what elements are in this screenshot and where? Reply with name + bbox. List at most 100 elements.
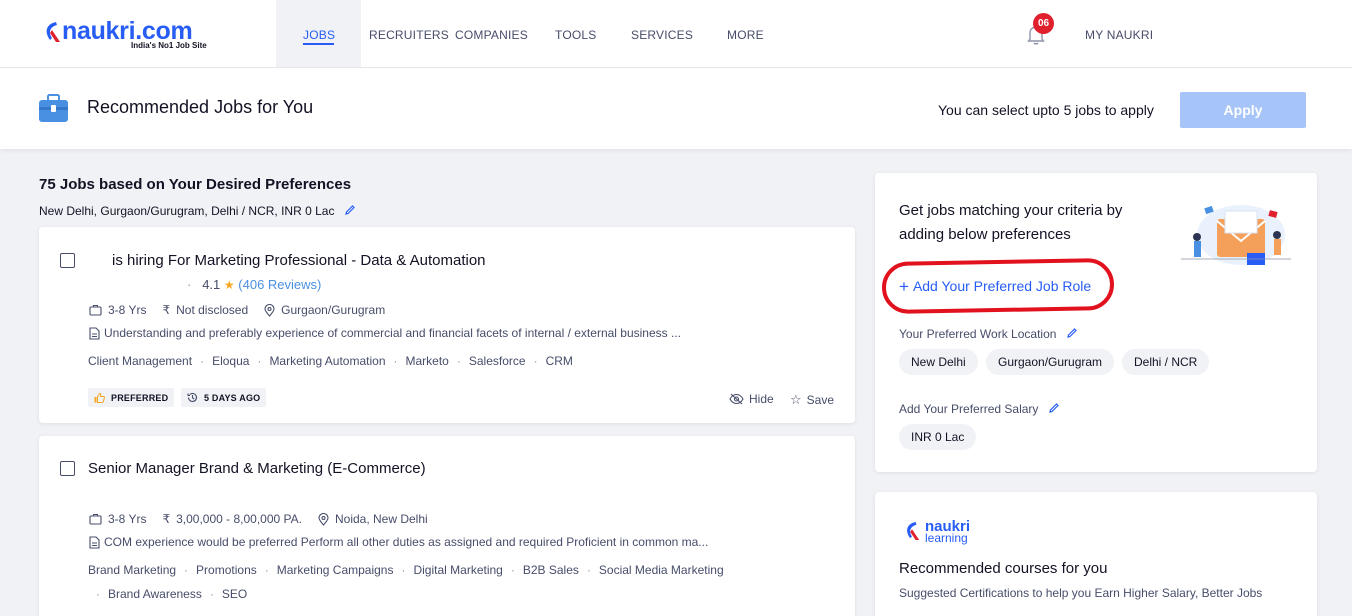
posted-label: 5 DAYS AGO — [204, 392, 261, 403]
nav-services[interactable]: SERVICES — [631, 28, 693, 42]
job-meta: 3-8 Yrs ₹ 3,00,000 - 8,00,000 PA. Noida,… — [89, 512, 444, 526]
job-card[interactable]: Senior Manager Brand & Marketing (E-Comm… — [39, 436, 855, 616]
skill-tag: Brand Marketing — [88, 563, 177, 577]
rating-value: 4.1 — [202, 277, 221, 292]
learning-logo-mark-icon — [907, 522, 920, 540]
experience-briefcase-icon — [89, 513, 102, 525]
salary-label-text: Add Your Preferred Salary — [899, 402, 1039, 416]
top-navbar: naukri.com India's No1 Job Site JOBS REC… — [0, 0, 1352, 68]
learning-logo-word2: learning — [925, 531, 968, 545]
thumbs-up-icon — [94, 392, 105, 403]
document-icon — [89, 535, 100, 549]
nav-companies[interactable]: COMPANIES — [455, 28, 528, 42]
courses-subtitle: Suggested Certifications to help you Ear… — [899, 586, 1263, 600]
skill-tag: SEO — [221, 587, 248, 601]
nav-tools[interactable]: TOOLS — [555, 28, 596, 42]
nav-jobs[interactable]: JOBS — [303, 28, 335, 42]
skill-tag: Digital Marketing — [413, 563, 503, 577]
envelope-illustration-icon — [1181, 205, 1291, 265]
naukri-logo[interactable]: naukri.com India's No1 Job Site — [42, 17, 232, 53]
results-count-title: 75 Jobs based on Your Desired Preference… — [39, 176, 352, 193]
posted-date-badge: 5 DAYS AGO — [181, 388, 267, 407]
job-title[interactable]: Senior Manager Brand & Marketing (E-Comm… — [88, 460, 426, 477]
apply-limit-note: You can select upto 5 jobs to apply — [938, 102, 1154, 118]
job-card[interactable]: is hiring For Marketing Professional - D… — [39, 227, 855, 423]
preferences-card: Get jobs matching your criteria by addin… — [875, 173, 1317, 472]
notification-count-badge[interactable]: 06 — [1033, 13, 1054, 34]
job-description: COM experience would be preferred Perfor… — [89, 535, 708, 549]
salary-text: Not disclosed — [176, 303, 249, 317]
location-text: Gurgaon/Gurugram — [281, 303, 386, 317]
work-location-text: Your Preferred Work Location — [899, 327, 1057, 341]
courses-title: Recommended courses for you — [899, 560, 1108, 577]
location-text: Noida, New Delhi — [334, 512, 428, 526]
briefcase-icon — [39, 94, 68, 122]
skill-tag: Client Management — [88, 354, 193, 368]
edit-pencil-icon[interactable] — [344, 204, 356, 216]
job-meta: 3-8 Yrs ₹ Not disclosed Gurgaon/Gurugram — [89, 303, 401, 317]
rupee-icon: ₹ — [162, 303, 171, 317]
skill-tags: Brand Marketing · Promotions · Marketing Cam… — [88, 563, 724, 577]
skill-tag: Marketo — [405, 354, 449, 368]
hide-job-button[interactable]: Hide — [729, 392, 774, 406]
logo-mark-icon — [46, 22, 60, 42]
skill-tag: Promotions — [196, 563, 257, 577]
page-title: Recommended Jobs for You — [87, 97, 314, 117]
salary-chip[interactable]: INR 0 Lac — [899, 424, 977, 450]
nav-recruiters[interactable]: RECRUITERS — [369, 28, 449, 42]
location-pin-icon — [264, 303, 275, 317]
naukri-learning-logo[interactable]: naukri learning — [903, 518, 993, 546]
star-icon: ★ — [223, 278, 235, 292]
star-outline-icon: ☆ — [790, 392, 802, 407]
job-description: Understanding and preferably experience … — [89, 326, 681, 340]
reviews-link[interactable]: (406 Reviews) — [238, 277, 321, 292]
nav-more[interactable]: MORE — [727, 28, 764, 42]
salary-text: 3,00,000 - 8,00,000 PA. — [176, 512, 302, 526]
job-select-checkbox[interactable] — [60, 253, 75, 268]
logo-tagline: India's No1 Job Site — [131, 41, 207, 50]
company-rating: · 4.1 ★ (406 Reviews) — [187, 277, 322, 292]
experience-text: 3-8 Yrs — [108, 303, 147, 317]
location-pin-icon — [318, 512, 329, 526]
job-select-checkbox[interactable] — [60, 461, 75, 476]
rupee-icon: ₹ — [162, 512, 171, 526]
job-title[interactable]: is hiring For Marketing Professional - D… — [112, 252, 486, 269]
experience-text: 3-8 Yrs — [108, 512, 147, 526]
nav-active-underline — [303, 43, 334, 45]
salary-label: Add Your Preferred Salary — [899, 402, 1060, 416]
location-chip[interactable]: Gurgaon/Gurugram — [986, 349, 1115, 375]
naukri-learning-card: naukri learning Recommended courses for … — [875, 492, 1317, 616]
add-role-label: Add Your Preferred Job Role — [912, 278, 1092, 294]
save-job-button[interactable]: ☆ Save — [790, 392, 834, 408]
edit-pencil-icon[interactable] — [1048, 402, 1060, 414]
skill-tag: CRM — [545, 354, 573, 368]
preferences-summary-text: New Delhi, Gurgaon/Gurugram, Delhi / NCR… — [39, 204, 335, 218]
location-chip[interactable]: Delhi / NCR — [1122, 349, 1210, 375]
eye-slash-icon — [729, 393, 744, 405]
skill-tag: Brand Awareness — [108, 587, 202, 601]
skill-tag: B2B Sales — [522, 563, 579, 577]
results-preferences-summary: New Delhi, Gurgaon/Gurugram, Delhi / NCR… — [39, 204, 356, 218]
preferred-badge: PREFERRED — [88, 388, 175, 407]
history-clock-icon — [187, 392, 198, 402]
nav-my-naukri[interactable]: MY NAUKRI — [1085, 28, 1153, 42]
add-preferred-job-role-button[interactable]: + Add Your Preferred Job Role — [899, 277, 1091, 297]
recommended-jobs-bar: Recommended Jobs for You You can select … — [0, 68, 1352, 149]
skill-tags: Client Management · Eloqua · Marketing Autom… — [88, 354, 573, 368]
experience-briefcase-icon — [89, 304, 102, 316]
description-text: Understanding and preferably experience … — [104, 326, 681, 340]
description-text: COM experience would be preferred Perfor… — [104, 535, 709, 549]
plus-icon: + — [899, 277, 909, 296]
apply-button[interactable]: Apply — [1180, 92, 1306, 128]
hide-label: Hide — [749, 392, 774, 406]
skill-tag: Salesforce — [468, 354, 526, 368]
document-icon — [89, 326, 100, 340]
skill-tags-line2: · Brand Awareness · SEO — [96, 587, 248, 601]
skill-tag: Social Media Marketing — [598, 563, 724, 577]
skill-tag: Eloqua — [212, 354, 250, 368]
location-chip[interactable]: New Delhi — [899, 349, 978, 375]
edit-pencil-icon[interactable] — [1066, 327, 1078, 339]
preferred-label: PREFERRED — [111, 392, 169, 403]
preferences-heading: Get jobs matching your criteria by addin… — [899, 202, 1123, 243]
skill-tag: Marketing Automation — [269, 354, 386, 368]
